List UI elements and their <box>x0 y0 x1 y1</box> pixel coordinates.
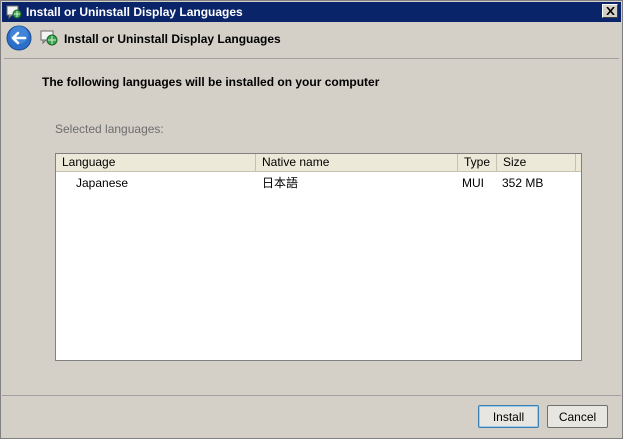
cancel-button[interactable]: Cancel <box>547 405 608 428</box>
title-bar[interactable]: Install or Uninstall Display Languages <box>2 2 621 22</box>
back-arrow-icon <box>6 25 32 51</box>
language-globe-icon <box>6 4 22 20</box>
button-bar: Install Cancel <box>2 395 621 438</box>
row-type: MUI <box>462 176 484 190</box>
row-native-name: 日本語 <box>262 176 299 190</box>
column-header-size[interactable]: Size <box>497 154 576 171</box>
column-header-native-name[interactable]: Native name <box>256 154 458 171</box>
table-row[interactable]: Japanese 日本語 MUI 352 MB <box>56 174 581 192</box>
close-button[interactable] <box>602 4 618 18</box>
selected-languages-label: Selected languages: <box>55 122 164 136</box>
column-header-type[interactable]: Type <box>458 154 497 171</box>
language-globe-icon <box>40 29 58 47</box>
page-title: Install or Uninstall Display Languages <box>64 32 281 46</box>
dialog-window: Install or Uninstall Display Languages I… <box>0 0 623 439</box>
close-icon <box>606 7 615 15</box>
column-header-language[interactable]: Language <box>56 154 256 171</box>
row-language: Japanese <box>76 176 129 190</box>
instruction-text: The following languages will be installe… <box>42 75 380 89</box>
back-button[interactable] <box>6 25 32 51</box>
wizard-header: Install or Uninstall Display Languages <box>2 22 621 56</box>
window-title: Install or Uninstall Display Languages <box>26 5 243 19</box>
list-header: Language Native name Type Size <box>56 154 581 172</box>
row-size: 352 MB <box>502 176 544 190</box>
content-panel: The following languages will be installe… <box>4 58 619 395</box>
install-button[interactable]: Install <box>478 405 539 428</box>
languages-list[interactable]: Language Native name Type Size Japanese … <box>55 153 582 361</box>
